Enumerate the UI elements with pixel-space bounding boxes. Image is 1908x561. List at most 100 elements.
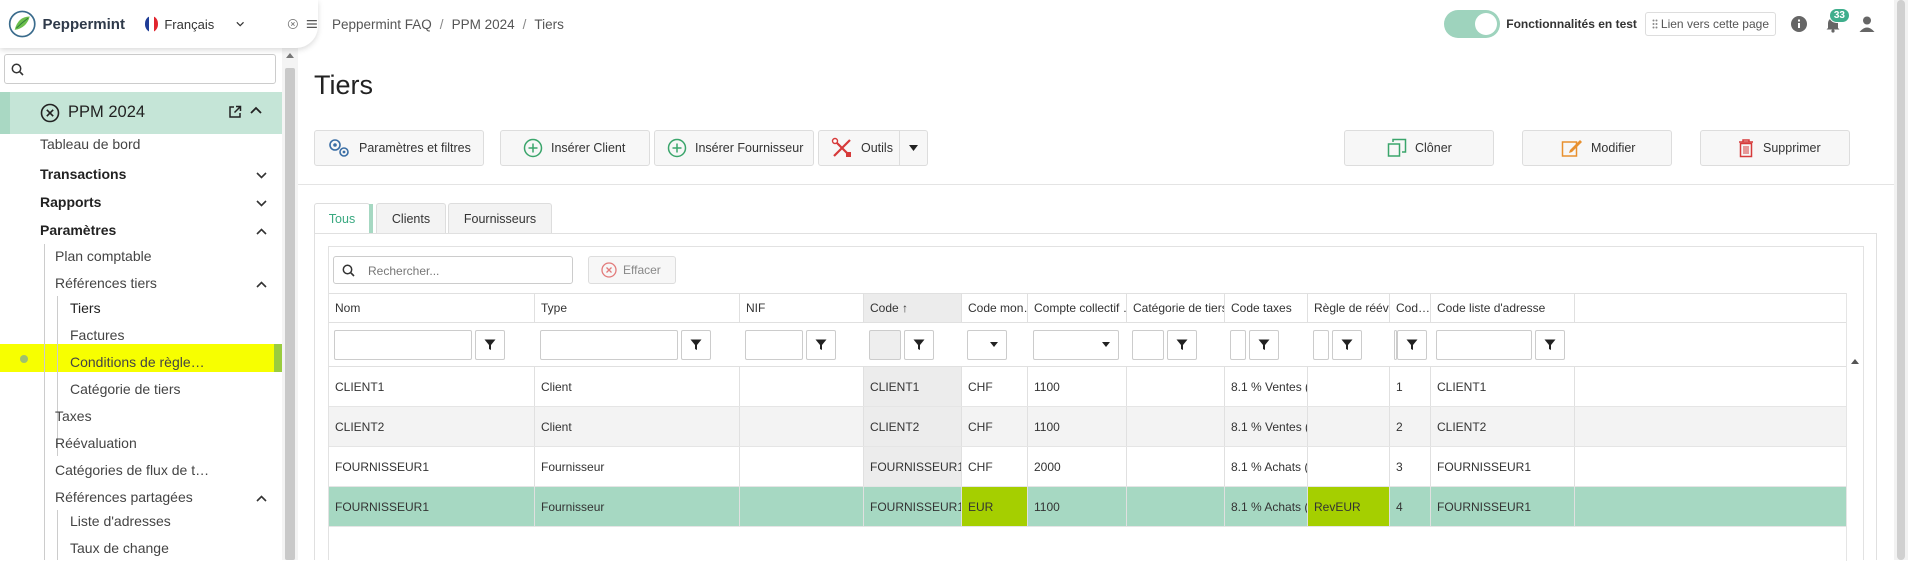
sidebar-item-taxes[interactable]: Taxes bbox=[55, 408, 92, 424]
chevron-up-icon[interactable] bbox=[250, 106, 262, 114]
tab-all[interactable]: Tous bbox=[314, 203, 373, 234]
sidebar-item-transactions[interactable]: Transactions bbox=[40, 166, 126, 182]
sidebar-item-address-list[interactable]: Liste d'adresses bbox=[70, 513, 171, 529]
sidebar-item-settings[interactable]: Paramètres bbox=[40, 222, 116, 238]
sidebar-item-shared-refs[interactable]: Références partagées bbox=[55, 489, 193, 505]
chevron-up-icon[interactable] bbox=[256, 228, 267, 235]
table-cell bbox=[1127, 407, 1225, 446]
sidebar-search-input[interactable] bbox=[4, 54, 276, 84]
table-cell bbox=[1127, 487, 1225, 526]
tab-clients[interactable]: Clients bbox=[376, 203, 446, 233]
chevron-down-icon[interactable] bbox=[236, 21, 245, 27]
chevron-up-icon[interactable] bbox=[256, 495, 267, 502]
filter-button[interactable] bbox=[904, 330, 934, 360]
sidebar-item-tiers[interactable]: Tiers bbox=[70, 300, 101, 316]
grid-scrollbar[interactable] bbox=[1846, 293, 1863, 561]
user-account-icon[interactable] bbox=[1858, 15, 1876, 33]
filter-button[interactable] bbox=[1167, 330, 1197, 360]
sidebar-item-chart-of-accounts[interactable]: Plan comptable bbox=[55, 248, 152, 264]
delete-button[interactable]: Supprimer bbox=[1700, 130, 1850, 166]
column-header[interactable]: Code mon… bbox=[962, 294, 1028, 322]
sidebar-item-reports[interactable]: Rapports bbox=[40, 194, 101, 210]
filter-input-category[interactable] bbox=[1132, 330, 1164, 360]
params-filters-button[interactable]: Paramètres et filtres bbox=[314, 130, 484, 166]
tab-suppliers[interactable]: Fournisseurs bbox=[448, 203, 552, 233]
column-header[interactable]: Cod… bbox=[1390, 294, 1431, 322]
chevron-down-icon[interactable] bbox=[256, 172, 267, 179]
filter-input-code[interactable] bbox=[869, 330, 901, 360]
filter-input-type[interactable] bbox=[540, 330, 678, 360]
column-header-label: Nom bbox=[335, 301, 361, 315]
chevron-down-icon[interactable] bbox=[256, 200, 267, 207]
page-scrollbar[interactable] bbox=[1894, 0, 1908, 560]
insert-client-button[interactable]: Insérer Client bbox=[500, 130, 650, 166]
info-icon[interactable] bbox=[1790, 15, 1808, 33]
close-circle-icon[interactable] bbox=[40, 103, 60, 123]
column-header[interactable]: Nom bbox=[329, 294, 535, 322]
clone-button[interactable]: Clôner bbox=[1344, 130, 1494, 166]
sidebar-item-flow-categories[interactable]: Catégories de flux de t… bbox=[55, 462, 209, 478]
project-header[interactable]: PPM 2024 bbox=[0, 92, 282, 134]
column-header-label: Type bbox=[541, 301, 568, 315]
tools-dropdown-button[interactable]: Outils bbox=[818, 130, 928, 166]
column-header[interactable]: Code taxes bbox=[1225, 294, 1308, 322]
filter-input-nif[interactable] bbox=[745, 330, 803, 360]
scroll-up-arrow-icon[interactable] bbox=[1851, 359, 1859, 364]
clear-button[interactable]: Effacer bbox=[588, 256, 676, 284]
grid-search-input[interactable]: Rechercher... bbox=[333, 256, 573, 284]
filter-input-nom[interactable] bbox=[334, 330, 472, 360]
language-select[interactable]: Français bbox=[164, 17, 214, 32]
clear-circle-icon[interactable] bbox=[287, 17, 299, 31]
filter-button[interactable] bbox=[1332, 330, 1362, 360]
table-row[interactable]: FOURNISSEUR1 Fournisseur FOURNISSEUR1 CH… bbox=[329, 447, 1846, 487]
filter-button[interactable] bbox=[806, 330, 836, 360]
tools-caret[interactable] bbox=[899, 131, 927, 165]
filter-select-account[interactable] bbox=[1033, 330, 1119, 360]
scrollbar-thumb[interactable] bbox=[285, 68, 295, 560]
sidebar-scrollbar[interactable] bbox=[282, 48, 298, 560]
filter-input-address-list[interactable] bbox=[1436, 330, 1532, 360]
filter-button[interactable] bbox=[1535, 330, 1565, 360]
column-header[interactable]: Catégorie de tiers bbox=[1127, 294, 1225, 322]
breadcrumb-item[interactable]: Peppermint FAQ bbox=[332, 17, 432, 32]
edit-button[interactable]: Modifier bbox=[1522, 130, 1672, 166]
chevron-up-icon[interactable] bbox=[256, 281, 267, 288]
column-header[interactable]: NIF bbox=[740, 294, 864, 322]
table-row[interactable]: CLIENT2 Client CLIENT2 CHF 1100 8.1 % Ve… bbox=[329, 407, 1846, 447]
page-link-button[interactable]: Lien vers cette page bbox=[1644, 12, 1776, 36]
notifications-button[interactable]: 33 bbox=[1824, 8, 1850, 33]
table-row-selected[interactable]: FOURNISSEUR1 Fournisseur FOURNISSEUR1 EU… bbox=[329, 487, 1846, 527]
filter-input-reval-rule[interactable] bbox=[1313, 330, 1329, 360]
sidebar-item-tiers-category[interactable]: Catégorie de tiers bbox=[70, 381, 181, 397]
sidebar-item-invoices[interactable]: Factures bbox=[70, 327, 124, 343]
table-row[interactable]: CLIENT1 Client CLIENT1 CHF 1100 8.1 % Ve… bbox=[329, 367, 1846, 407]
external-link-icon[interactable] bbox=[228, 105, 242, 119]
insert-supplier-button[interactable]: Insérer Fournisseur bbox=[654, 130, 814, 166]
column-header[interactable]: Code liste d'adresse bbox=[1431, 294, 1575, 322]
scroll-up-arrow-icon[interactable] bbox=[286, 52, 294, 58]
filter-select-currency[interactable] bbox=[967, 330, 1007, 360]
scrollbar-thumb[interactable] bbox=[1897, 0, 1905, 560]
sidebar-item-payment-terms[interactable]: Conditions de règle… bbox=[70, 354, 205, 370]
test-features-toggle[interactable] bbox=[1444, 10, 1501, 38]
column-header[interactable]: Compte collectif … bbox=[1028, 294, 1127, 322]
breadcrumb-item[interactable]: Tiers bbox=[534, 17, 564, 32]
column-header[interactable]: Code ↑ bbox=[864, 294, 962, 322]
table-cell: 4 bbox=[1390, 487, 1431, 526]
column-header[interactable]: Règle de réév… bbox=[1308, 294, 1390, 322]
filter-input-tax-code[interactable] bbox=[1230, 330, 1246, 360]
column-header[interactable]: Type bbox=[535, 294, 740, 322]
sidebar-item-dashboard[interactable]: Tableau de bord bbox=[40, 136, 140, 152]
filter-button[interactable] bbox=[1249, 330, 1279, 360]
breadcrumb-item[interactable]: PPM 2024 bbox=[452, 17, 515, 32]
sidebar-item-exchange-rates[interactable]: Taux de change bbox=[70, 540, 169, 556]
peppermint-logo-icon[interactable] bbox=[8, 7, 36, 41]
table-cell bbox=[1308, 447, 1390, 486]
filter-button[interactable] bbox=[681, 330, 711, 360]
app-name[interactable]: Peppermint bbox=[42, 16, 125, 33]
filter-button[interactable] bbox=[1397, 330, 1427, 360]
sidebar-item-revaluation[interactable]: Réévaluation bbox=[55, 435, 137, 451]
hamburger-menu-icon[interactable] bbox=[306, 18, 318, 30]
sidebar-item-third-party-refs[interactable]: Références tiers bbox=[55, 275, 157, 291]
filter-button[interactable] bbox=[475, 330, 505, 360]
